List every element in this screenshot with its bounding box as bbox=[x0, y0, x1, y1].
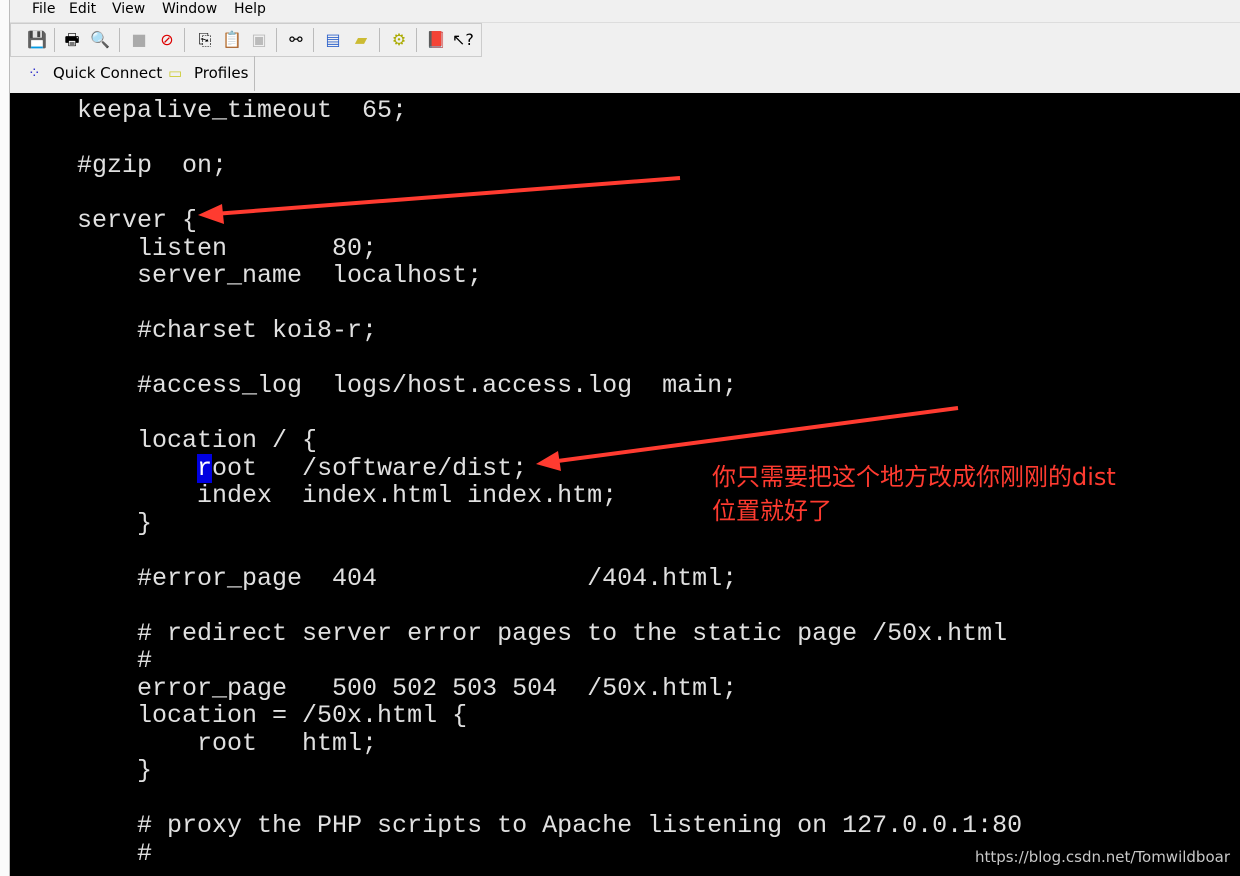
arrow-to-root bbox=[549, 406, 959, 464]
annotation-line-1: 你只需要把这个地方改成你刚刚的dist bbox=[712, 463, 1116, 491]
arrowhead-root bbox=[536, 451, 561, 471]
annotation-note: 你只需要把这个地方改成你刚刚的dist 位置就好了 bbox=[712, 460, 1116, 528]
arrow-to-server bbox=[213, 176, 681, 216]
arrowhead-server bbox=[198, 204, 224, 224]
annotation-line-2: 位置就好了 bbox=[712, 497, 832, 525]
watermark: https://blog.csdn.net/Tomwildboar bbox=[974, 848, 1230, 866]
annotation-arrows bbox=[198, 176, 959, 471]
